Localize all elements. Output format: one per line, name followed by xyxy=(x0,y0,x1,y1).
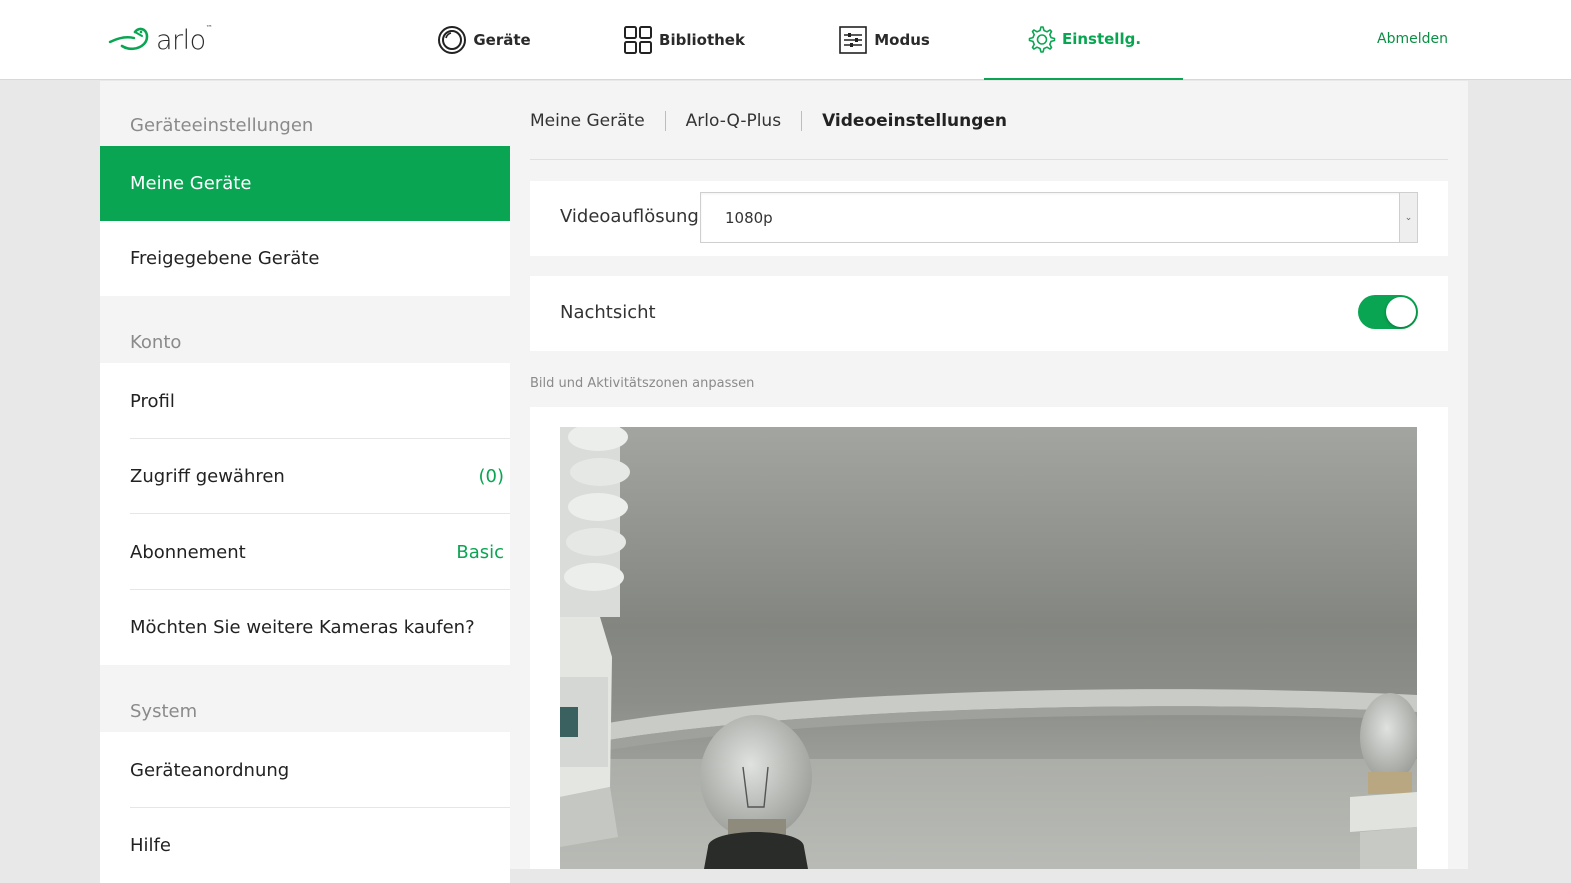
sidebar-item-label: Geräteanordnung xyxy=(130,759,290,781)
nav-bibliothek[interactable]: Bibliothek xyxy=(624,0,745,80)
video-resolution-card: Videoauflösung 1080p ⌄ xyxy=(530,181,1448,256)
sidebar-item-label: Möchten Sie weitere Kameras kaufen? xyxy=(130,617,475,638)
nav-bibliothek-label: Bibliothek xyxy=(659,31,745,49)
video-resolution-value: 1080p xyxy=(725,209,773,227)
nav-geraete-label: Geräte xyxy=(473,31,531,49)
glass-bulb-shape xyxy=(700,715,812,869)
toggle-knob xyxy=(1386,297,1416,327)
sidebar-item-label: Zugriff gewähren xyxy=(130,466,285,487)
gear-icon xyxy=(1026,24,1056,54)
top-navigation-bar: arlo ™ Geräte Bibliothek Modus Einstellg… xyxy=(0,0,1571,80)
nav-geraete[interactable]: Geräte xyxy=(437,0,531,80)
divider xyxy=(530,159,1448,160)
camera-snapshot xyxy=(560,427,1417,869)
sidebar-item-label: Profil xyxy=(130,390,175,412)
logout-link[interactable]: Abmelden xyxy=(1377,31,1448,47)
sidebar-item-device-order[interactable]: Geräteanordnung xyxy=(100,732,510,808)
breadcrumb-current: Videoeinstellungen xyxy=(822,111,1008,131)
section-title-device-settings: Geräteeinstellungen xyxy=(100,81,510,146)
sliders-icon xyxy=(838,25,868,55)
nav-modus[interactable]: Modus xyxy=(838,0,930,80)
sidebar-item-label: Freigegebene Geräte xyxy=(130,248,320,269)
geraete-icon xyxy=(437,25,467,55)
section-title-system: System xyxy=(100,665,510,732)
nav-einstellungen-label: Einstellg. xyxy=(1061,30,1142,48)
sidebar-item-help[interactable]: Hilfe xyxy=(100,808,510,883)
grid-icon xyxy=(623,25,653,55)
section-title-account: Konto xyxy=(100,296,510,363)
arlo-bird-icon xyxy=(108,27,149,51)
image-zones-hint: Bild und Aktivitätszonen anpassen xyxy=(530,376,755,391)
logo-trademark: ™ xyxy=(205,24,213,32)
night-vision-label: Nachtsicht xyxy=(560,302,656,323)
sidebar-item-label: Hilfe xyxy=(130,835,171,856)
nav-einstellungen[interactable]: Einstellg. xyxy=(984,0,1183,80)
camera-preview-image[interactable] xyxy=(560,427,1417,869)
breadcrumb-separator xyxy=(801,111,803,131)
sidebar-item-my-devices[interactable]: Meine Geräte xyxy=(100,146,510,221)
video-resolution-label: Videoauflösung xyxy=(560,206,699,227)
settings-content: Meine Geräte Arlo-Q-Plus Videoeinstellun… xyxy=(530,81,1448,869)
sidebar-item-label: Meine Geräte xyxy=(130,173,252,194)
logo-text: arlo xyxy=(156,24,206,56)
breadcrumb-device[interactable]: Arlo-Q-Plus xyxy=(686,111,801,131)
sidebar-item-label: Abonnement xyxy=(130,541,246,563)
sidebar-item-grant-access[interactable]: Zugriff gewähren (0) xyxy=(100,439,510,514)
sidebar-item-subscription[interactable]: Abonnement Basic xyxy=(100,514,510,590)
night-vision-card: Nachtsicht xyxy=(530,276,1448,351)
breadcrumb-my-devices[interactable]: Meine Geräte xyxy=(530,111,665,131)
sidebar-item-shared-devices[interactable]: Freigegebene Geräte xyxy=(100,221,510,296)
grant-access-count: (0) xyxy=(478,466,505,487)
settings-sidebar: Geräteeinstellungen Meine Geräte Freigeg… xyxy=(100,81,510,883)
subscription-plan: Basic xyxy=(456,541,504,563)
breadcrumb-separator xyxy=(664,111,666,131)
video-resolution-select[interactable]: 1080p ⌄ xyxy=(700,192,1418,243)
nav-modus-label: Modus xyxy=(874,31,930,49)
camera-preview-card xyxy=(530,407,1448,869)
arlo-logo[interactable]: arlo ™ xyxy=(108,22,213,58)
breadcrumb: Meine Geräte Arlo-Q-Plus Videoeinstellun… xyxy=(530,109,1027,133)
sidebar-item-profile[interactable]: Profil xyxy=(100,363,510,439)
chevron-down-icon: ⌄ xyxy=(1399,193,1417,242)
sidebar-item-buy-cameras[interactable]: Möchten Sie weitere Kameras kaufen? xyxy=(100,590,510,665)
night-vision-toggle[interactable] xyxy=(1358,295,1418,329)
main-panel: Geräteeinstellungen Meine Geräte Freigeg… xyxy=(100,81,1468,883)
